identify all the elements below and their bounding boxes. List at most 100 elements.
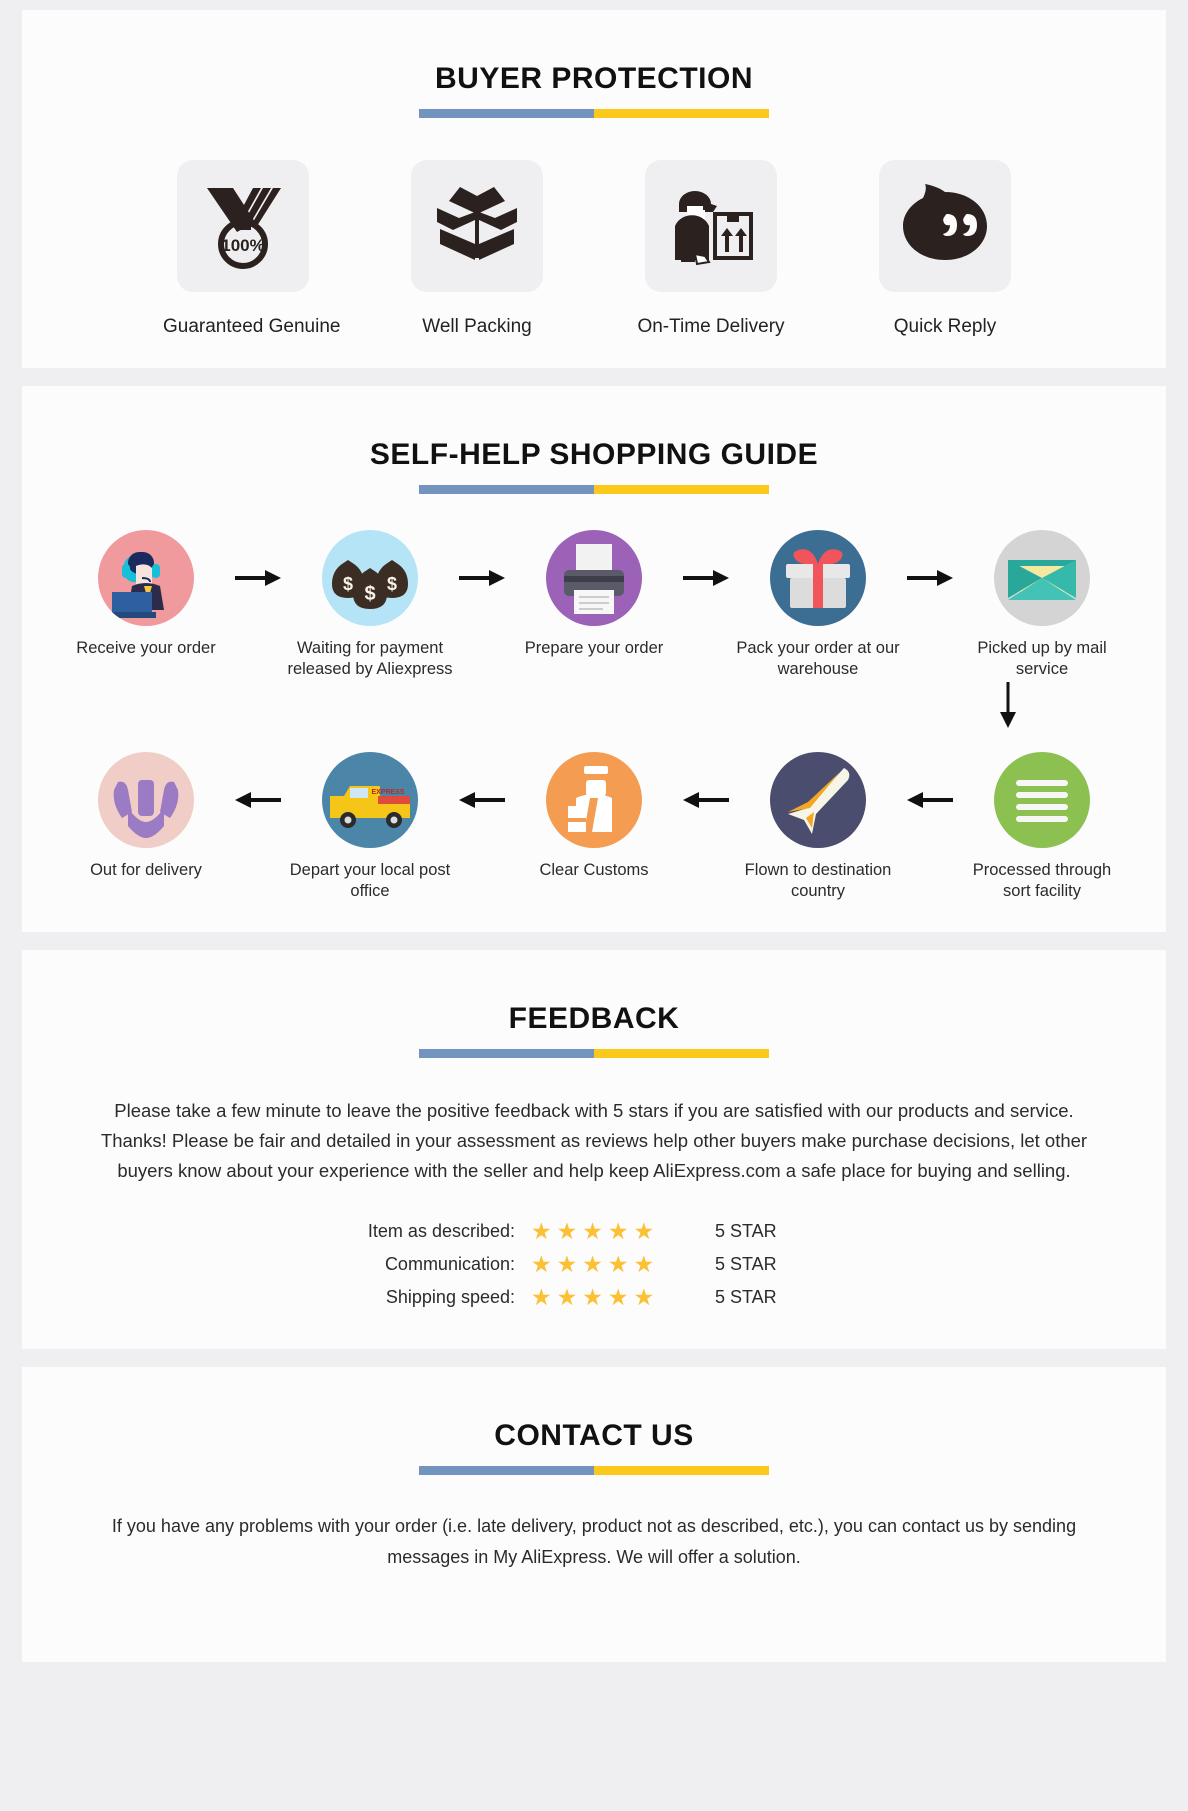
- rating-value: 5 STAR: [715, 1287, 777, 1308]
- flow-node-picked-up: Picked up by mail service: [958, 530, 1126, 680]
- buyer-protection-label: Guaranteed Genuine: [163, 316, 341, 337]
- buyer-protection-item-reply: Quick Reply: [865, 160, 1025, 338]
- underline-gold-segment: [594, 1049, 769, 1059]
- star-icon[interactable]: ★: [608, 1286, 629, 1309]
- feedback-card: FEEDBACK Please take a few minute to lea…: [22, 950, 1166, 1350]
- flow-arrow-left: [902, 752, 958, 848]
- flow-node-flown-destination: Flown to destination country: [734, 752, 902, 902]
- rating-stars[interactable]: ★ ★ ★ ★ ★: [531, 1220, 691, 1243]
- title-underline: [419, 1049, 769, 1059]
- svg-text:$: $: [364, 583, 375, 605]
- shopping-guide-title: SELF-HELP SHOPPING GUIDE: [369, 438, 819, 471]
- rating-label: Shipping speed:: [385, 1287, 515, 1308]
- underline-gold-segment: [594, 109, 769, 118]
- open-box-icon: [427, 174, 527, 279]
- buyer-protection-label: On-Time Delivery: [637, 316, 785, 337]
- flow-row-2: Out for delivery EXPRESS Depart your loc…: [62, 752, 1126, 902]
- sort-facility-icon: [994, 752, 1090, 849]
- medal-tile: 100%: [177, 160, 309, 292]
- star-icon[interactable]: ★: [557, 1253, 578, 1276]
- flow-node-pack-order: Pack your order at our warehouse: [734, 530, 902, 680]
- shopping-flow: Receive your order $ $ $ Waiting for pay…: [22, 530, 1166, 902]
- page-title: BUYER PROTECTION: [434, 62, 754, 95]
- flow-node-out-for-delivery: Out for delivery: [62, 752, 230, 881]
- underline-blue-segment: [419, 1049, 594, 1059]
- buyer-protection-label: Well Packing: [422, 316, 532, 337]
- reply-tile: [879, 160, 1011, 292]
- support-agent-icon: [98, 530, 194, 626]
- delivery-person-box-icon: [661, 174, 761, 279]
- flow-node-label: Processed through sort facility: [972, 861, 1112, 901]
- rating-row-item-as-described: Item as described: ★ ★ ★ ★ ★ 5 STAR: [359, 1220, 829, 1243]
- star-icon[interactable]: ★: [608, 1220, 629, 1243]
- flow-node-label: Pack your order at our warehouse: [736, 639, 900, 679]
- hands-holding-icon: [98, 752, 194, 849]
- title-underline: [419, 1466, 769, 1476]
- contact-card: CONTACT US If you have any problems with…: [22, 1367, 1166, 1662]
- svg-text:$: $: [387, 574, 397, 594]
- buyer-protection-item-delivery: On-Time Delivery: [631, 160, 791, 338]
- flow-node-label: Depart your local post office: [289, 861, 451, 901]
- flow-arrow-left: [454, 752, 510, 848]
- star-icon[interactable]: ★: [557, 1220, 578, 1243]
- flow-row-1: Receive your order $ $ $ Waiting for pay…: [62, 530, 1126, 680]
- buyer-protection-item-packing: Well Packing: [397, 160, 557, 338]
- svg-text:$: $: [343, 574, 353, 594]
- flow-node-sort-facility: Processed through sort facility: [958, 752, 1126, 902]
- flow-arrow-down: [62, 682, 1126, 729]
- flow-node-label: Clear Customs: [539, 861, 649, 880]
- medal-100-percent-icon: 100%: [193, 174, 293, 279]
- flow-node-prepare-order: Prepare your order: [510, 530, 678, 659]
- buyer-protection-item-genuine: 100% Guaranteed Genuine: [163, 160, 341, 338]
- delivery-tile: [645, 160, 777, 292]
- flow-node-receive-order: Receive your order: [62, 530, 230, 659]
- contact-title: CONTACT US: [494, 1419, 694, 1453]
- rating-row-communication: Communication: ★ ★ ★ ★ ★ 5 STAR: [359, 1253, 829, 1276]
- underline-blue-segment: [419, 485, 594, 494]
- van-express-text: EXPRESS: [371, 789, 404, 796]
- rating-stars[interactable]: ★ ★ ★ ★ ★: [531, 1253, 691, 1276]
- flow-node-label: Picked up by mail service: [977, 639, 1107, 679]
- shopping-guide-card: SELF-HELP SHOPPING GUIDE Receive your or…: [22, 386, 1166, 933]
- rating-label: Communication:: [384, 1254, 515, 1275]
- star-icon[interactable]: ★: [582, 1253, 603, 1276]
- flow-arrow-right: [902, 530, 958, 626]
- underline-gold-segment: [594, 1466, 769, 1476]
- rating-label: Item as described:: [367, 1221, 515, 1242]
- star-icon[interactable]: ★: [531, 1286, 552, 1309]
- svg-text:100%: 100%: [221, 236, 264, 255]
- title-underline: [419, 109, 769, 118]
- rating-list: Item as described: ★ ★ ★ ★ ★ 5 STAR Comm…: [359, 1220, 829, 1309]
- rating-stars[interactable]: ★ ★ ★ ★ ★: [531, 1286, 691, 1309]
- money-bags-icon: $ $ $: [322, 530, 418, 626]
- flow-arrow-left: [230, 752, 286, 848]
- star-icon[interactable]: ★: [557, 1286, 578, 1309]
- flow-node-depart-post-office: EXPRESS Depart your local post office: [286, 752, 454, 902]
- rating-value: 5 STAR: [715, 1254, 777, 1275]
- underline-blue-segment: [419, 1466, 594, 1476]
- gift-box-icon: [770, 530, 866, 626]
- star-icon[interactable]: ★: [582, 1220, 603, 1243]
- star-icon[interactable]: ★: [634, 1286, 655, 1309]
- contact-paragraph: If you have any problems with your order…: [111, 1516, 1077, 1567]
- star-icon[interactable]: ★: [582, 1286, 603, 1309]
- envelope-icon: [994, 530, 1090, 626]
- feedback-title: FEEDBACK: [508, 1002, 680, 1036]
- flow-node-label: Out for delivery: [90, 861, 202, 880]
- flow-node-label: Waiting for payment released by Aliexpre…: [287, 639, 453, 679]
- speech-bubble-icon: [895, 174, 995, 279]
- star-icon[interactable]: ★: [531, 1253, 552, 1276]
- flow-node-label: Receive your order: [76, 639, 216, 657]
- buyer-protection-label: Quick Reply: [893, 316, 997, 337]
- star-icon[interactable]: ★: [634, 1253, 655, 1276]
- flow-arrow-right: [678, 530, 734, 626]
- buyer-protection-card: BUYER PROTECTION 100% Guaranteed Genuine…: [22, 10, 1166, 368]
- star-icon[interactable]: ★: [608, 1253, 629, 1276]
- rating-value: 5 STAR: [715, 1221, 777, 1242]
- flow-node-label: Prepare your order: [524, 639, 664, 657]
- star-icon[interactable]: ★: [531, 1220, 552, 1243]
- box-tile: [411, 160, 543, 292]
- star-icon[interactable]: ★: [634, 1220, 655, 1243]
- feedback-paragraph: Please take a few minute to leave the po…: [100, 1100, 1088, 1182]
- flow-node-waiting-payment: $ $ $ Waiting for payment released by Al…: [286, 530, 454, 680]
